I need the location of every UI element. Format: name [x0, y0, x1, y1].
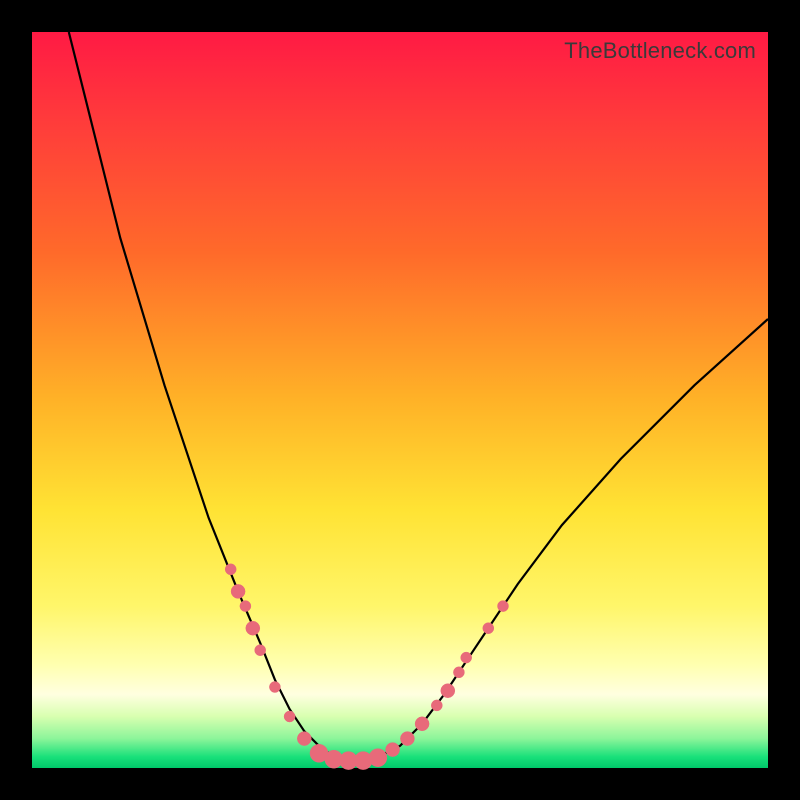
curve-marker: [461, 652, 472, 663]
bottleneck-chart: [32, 32, 768, 768]
plot-area: TheBottleneck.com: [32, 32, 768, 768]
curve-marker: [453, 667, 464, 678]
curve-marker: [483, 623, 494, 634]
curve-marker: [400, 732, 414, 746]
curve-marker: [269, 682, 280, 693]
curve-marker: [231, 584, 245, 598]
curve-marker: [431, 700, 442, 711]
curve-marker: [255, 645, 266, 656]
curve-marker: [225, 564, 236, 575]
curve-marker: [441, 684, 455, 698]
frame: TheBottleneck.com: [0, 0, 800, 800]
curve-marker: [369, 749, 387, 767]
curve-marker: [386, 743, 400, 757]
curve-marker: [415, 717, 429, 731]
curve-marker: [284, 711, 295, 722]
curve-marker: [240, 601, 251, 612]
curve-marker: [297, 732, 311, 746]
bottleneck-curve-line: [69, 32, 768, 761]
curve-marker: [246, 621, 260, 635]
curve-marker: [498, 601, 509, 612]
curve-markers: [225, 564, 508, 770]
